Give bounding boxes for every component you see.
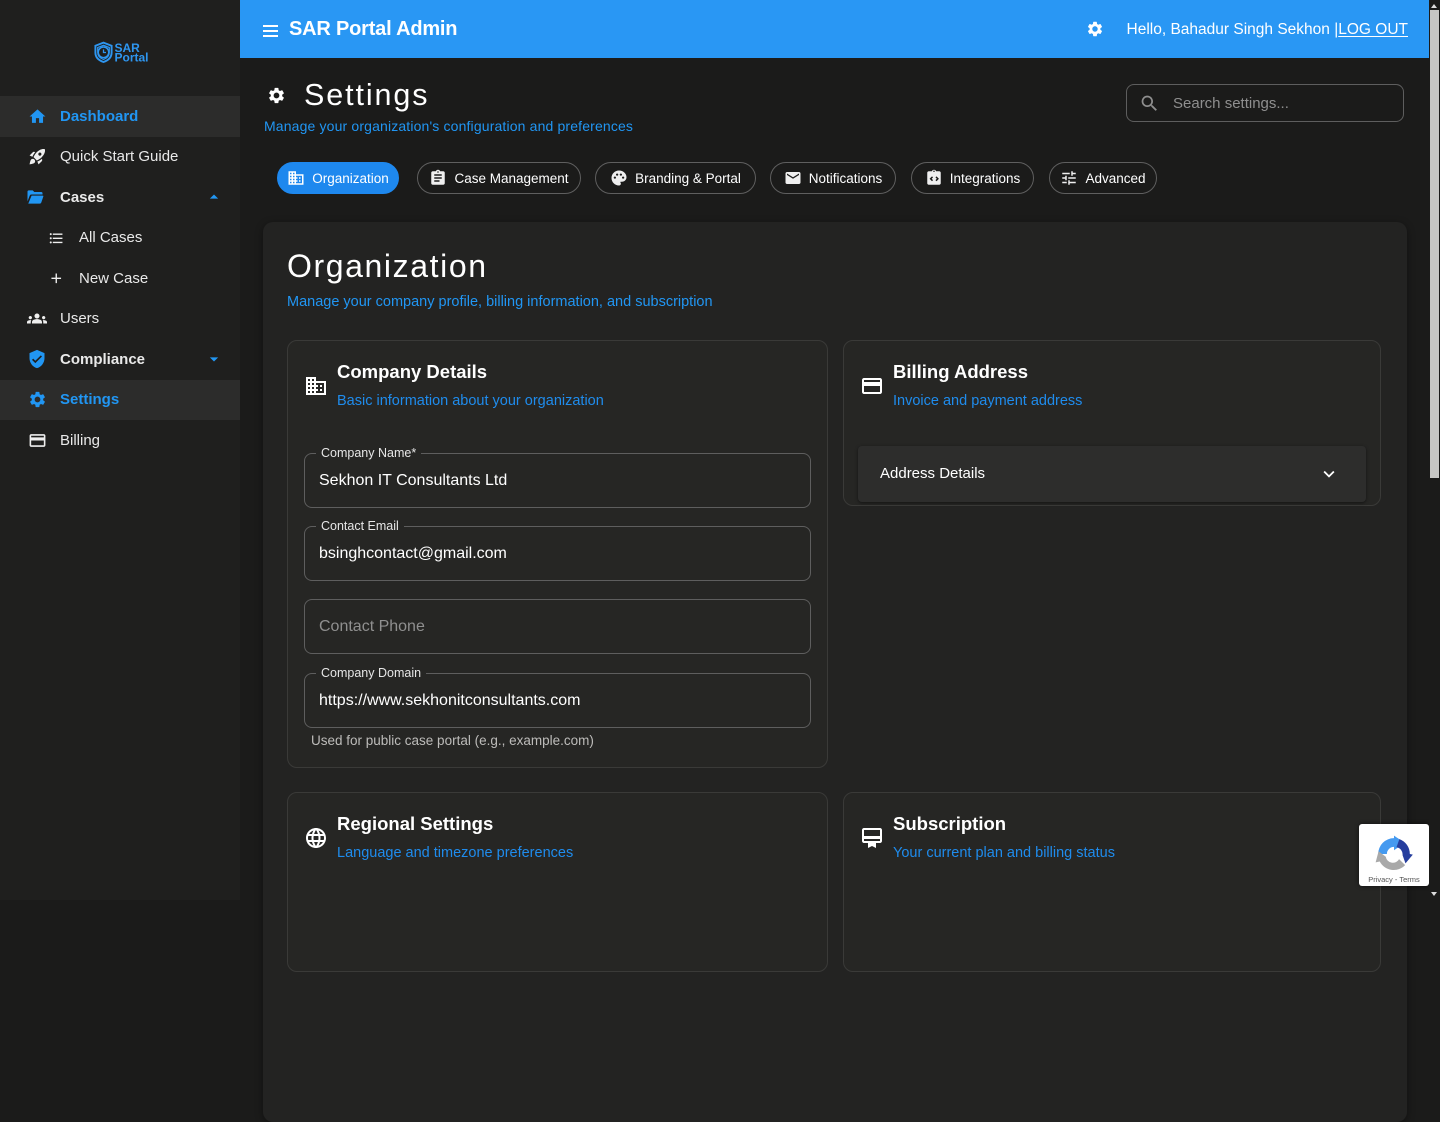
svg-text:Portal: Portal (115, 51, 149, 65)
